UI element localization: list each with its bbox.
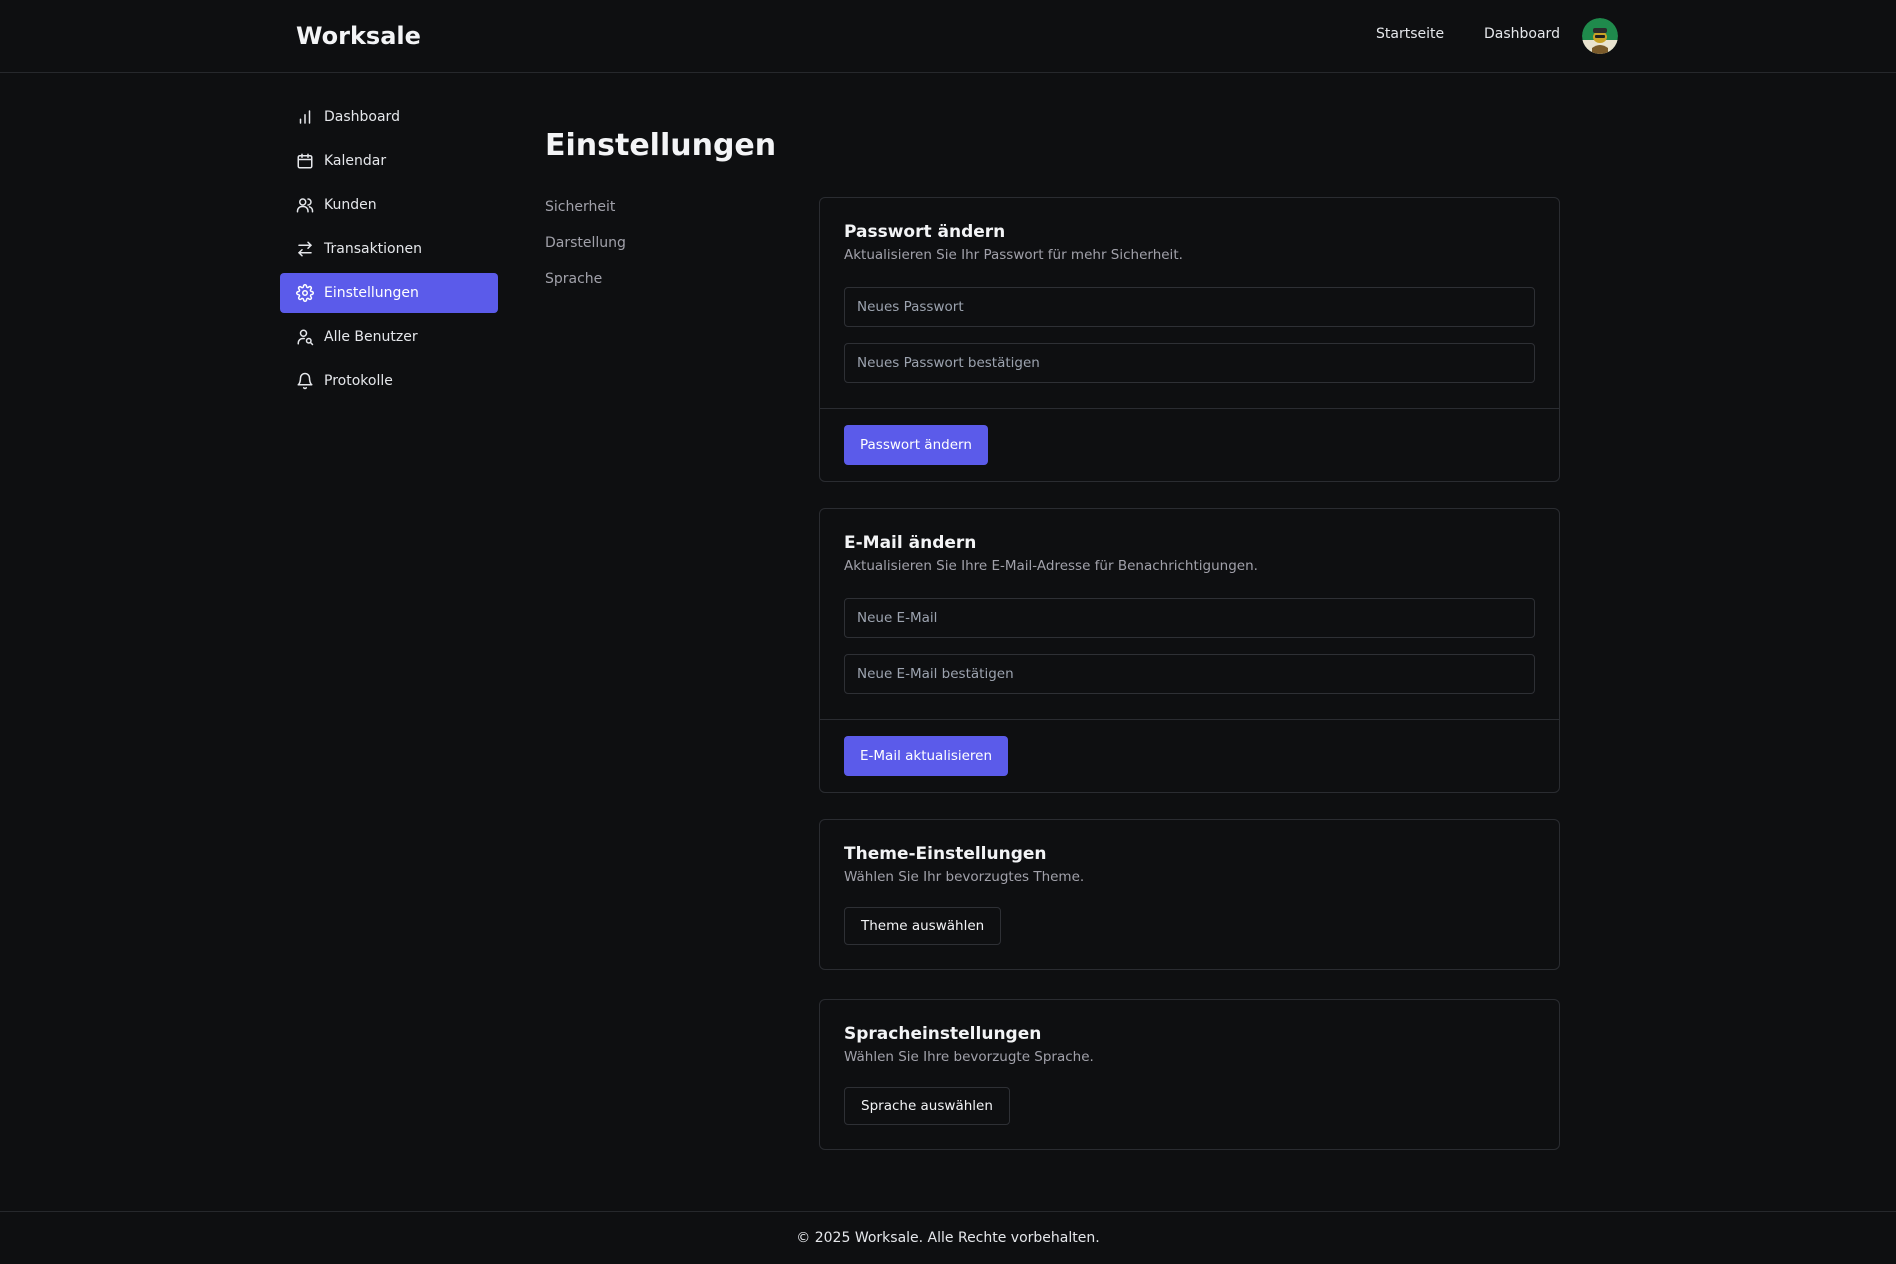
select-theme-button[interactable]: Theme auswählen xyxy=(844,907,1002,945)
change-password-button[interactable]: Passwort ändern xyxy=(844,425,988,465)
users-icon xyxy=(296,196,314,214)
card-title: Passwort ändern xyxy=(844,222,1006,242)
card-title: E-Mail ändern xyxy=(844,533,977,553)
password-card: Passwort ändern Aktualisieren Sie Ihr Pa… xyxy=(819,197,1560,482)
page-title: Einstellungen xyxy=(545,128,777,163)
confirm-email-input[interactable] xyxy=(844,654,1535,694)
subnav-sprache[interactable]: Sprache xyxy=(545,269,626,305)
card-description: Wählen Sie Ihre bevorzugte Sprache. xyxy=(844,1049,1094,1065)
nav-link-startseite[interactable]: Startseite xyxy=(1376,26,1444,42)
sidebar-item-label: Transaktionen xyxy=(324,241,422,257)
user-search-icon xyxy=(296,328,314,346)
sidebar: Dashboard Kalendar Kunden Transaktionen … xyxy=(280,97,498,405)
subnav-sicherheit[interactable]: Sicherheit xyxy=(545,197,626,233)
email-card: E-Mail ändern Aktualisieren Sie Ihre E-M… xyxy=(819,508,1560,793)
sidebar-item-label: Kunden xyxy=(324,197,377,213)
card-title: Theme-Einstellungen xyxy=(844,844,1047,864)
card-description: Wählen Sie Ihr bevorzugtes Theme. xyxy=(844,869,1085,885)
sidebar-item-einstellungen[interactable]: Einstellungen xyxy=(280,273,498,313)
sidebar-item-protokolle[interactable]: Protokolle xyxy=(280,361,498,401)
brand-logo[interactable]: Worksale xyxy=(296,22,421,50)
sidebar-item-label: Alle Benutzer xyxy=(324,329,418,345)
arrows-exchange-icon xyxy=(296,240,314,258)
new-password-input[interactable] xyxy=(844,287,1535,327)
nav-link-dashboard[interactable]: Dashboard xyxy=(1484,26,1560,42)
user-avatar-icon xyxy=(1582,18,1618,54)
sidebar-item-alle-benutzer[interactable]: Alle Benutzer xyxy=(280,317,498,357)
copyright-text: © 2025 Worksale. Alle Rechte vorbehalten… xyxy=(796,1230,1100,1246)
language-card: Spracheinstellungen Wählen Sie Ihre bevo… xyxy=(819,999,1560,1150)
settings-subnav: Sicherheit Darstellung Sprache xyxy=(545,197,626,305)
sidebar-item-label: Protokolle xyxy=(324,373,393,389)
bell-icon xyxy=(296,372,314,390)
subnav-darstellung[interactable]: Darstellung xyxy=(545,233,626,269)
theme-card: Theme-Einstellungen Wählen Sie Ihr bevor… xyxy=(819,819,1560,970)
confirm-password-input[interactable] xyxy=(844,343,1535,383)
avatar[interactable] xyxy=(1582,18,1618,54)
select-language-button[interactable]: Sprache auswählen xyxy=(844,1087,1010,1125)
bar-chart-icon xyxy=(296,108,314,126)
sidebar-item-label: Dashboard xyxy=(324,109,400,125)
sidebar-item-label: Einstellungen xyxy=(324,285,419,301)
gear-icon xyxy=(296,284,314,302)
sidebar-item-kalendar[interactable]: Kalendar xyxy=(280,141,498,181)
card-title: Spracheinstellungen xyxy=(844,1024,1042,1044)
page-footer: © 2025 Worksale. Alle Rechte vorbehalten… xyxy=(0,1211,1896,1264)
sidebar-item-transaktionen[interactable]: Transaktionen xyxy=(280,229,498,269)
calendar-icon xyxy=(296,152,314,170)
new-email-input[interactable] xyxy=(844,598,1535,638)
sidebar-item-label: Kalendar xyxy=(324,153,387,169)
update-email-button[interactable]: E-Mail aktualisieren xyxy=(844,736,1009,776)
card-description: Aktualisieren Sie Ihr Passwort für mehr … xyxy=(844,247,1183,263)
sidebar-item-dashboard[interactable]: Dashboard xyxy=(280,97,498,137)
top-navbar: Worksale Startseite Dashboard xyxy=(0,0,1896,73)
card-description: Aktualisieren Sie Ihre E-Mail-Adresse fü… xyxy=(844,558,1258,574)
sidebar-item-kunden[interactable]: Kunden xyxy=(280,185,498,225)
